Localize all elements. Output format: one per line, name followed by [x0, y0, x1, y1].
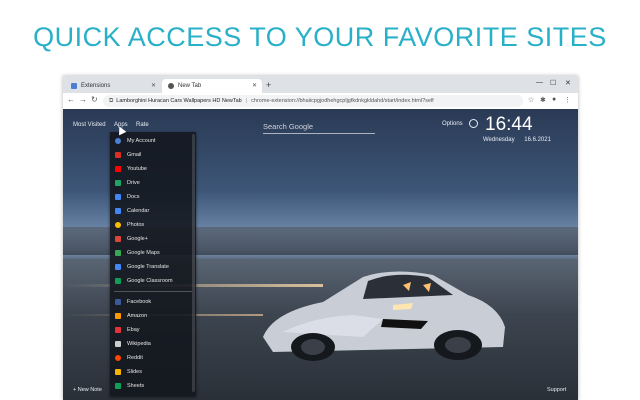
maps-icon — [115, 250, 121, 256]
amazon-icon — [115, 313, 121, 319]
menu-item-gmail[interactable]: Gmail — [110, 148, 196, 162]
support-link[interactable]: Support — [547, 387, 566, 393]
menu-item-label: Amazon — [127, 313, 148, 319]
translate-icon — [115, 264, 121, 270]
menu-item-docs[interactable]: Docs — [110, 190, 196, 204]
site-name: Lamborghini Huracan Cars Wallpapers HD N… — [116, 98, 242, 104]
menu-item-label: Drive — [127, 180, 140, 186]
google-plus-icon — [115, 236, 121, 242]
close-tab-icon[interactable]: ✕ — [151, 82, 156, 89]
youtube-icon — [115, 166, 121, 172]
menu-item-calendar[interactable]: Calendar — [110, 204, 196, 218]
facebook-icon — [115, 299, 121, 305]
reload-icon[interactable]: ↻ — [91, 95, 98, 104]
clock-icon[interactable] — [469, 119, 478, 128]
back-icon[interactable]: ← — [67, 95, 75, 104]
menu-item-label: Gmail — [127, 152, 142, 158]
maximize-icon[interactable]: ☐ — [550, 79, 556, 87]
tab-label: Extensions — [81, 83, 111, 89]
menu-item-label: Google Classroom — [127, 278, 173, 284]
menu-item-label: Calendar — [127, 208, 150, 214]
menu-item-label: Slides — [127, 369, 142, 375]
drive-icon — [115, 180, 121, 186]
slides-icon — [115, 369, 121, 375]
menu-item-label: Reddit — [127, 355, 143, 361]
browser-window: Extensions ✕ New Tab ✕ + — ☐ ✕ ← → ↻ ⧉ L… — [63, 76, 578, 400]
address-bar[interactable]: ⧉ Lamborghini Huracan Cars Wallpapers HD… — [103, 95, 523, 107]
menu-dots-icon[interactable]: ⋮ — [564, 96, 571, 104]
wikipedia-icon — [115, 341, 121, 347]
tab-new-tab[interactable]: New Tab ✕ — [162, 79, 262, 93]
apps-dropdown-menu: My Account Gmail Youtube Drive Docs Cale… — [110, 132, 196, 396]
newtab-icon — [168, 83, 174, 89]
browser-toolbar: ← → ↻ ⧉ Lamborghini Huracan Cars Wallpap… — [63, 93, 578, 110]
ebay-icon — [115, 327, 121, 333]
menu-item-reddit[interactable]: Reddit — [110, 351, 196, 365]
clock-date: Wednesday 16.6.2021 — [483, 137, 551, 143]
new-tab-button[interactable]: + — [266, 80, 271, 90]
gmail-icon — [115, 152, 121, 158]
menu-item-label: Photos — [127, 222, 145, 228]
menu-item-label: My Account — [127, 138, 156, 144]
extensions-puzzle-icon[interactable]: ✱ — [540, 96, 546, 104]
search-input[interactable]: Search Google — [263, 120, 375, 134]
menu-item-youtube[interactable]: Youtube — [110, 162, 196, 176]
menu-item-label: Facebook — [127, 299, 152, 305]
menu-item-label: Google+ — [127, 236, 148, 242]
sheets-icon — [115, 383, 121, 389]
newtab-page: Most Visited Apps Rate Search Google Opt… — [63, 109, 578, 400]
new-note-button[interactable]: + New Note — [73, 387, 102, 393]
menu-item-drive[interactable]: Drive — [110, 176, 196, 190]
menu-item-label: Google Maps — [127, 250, 160, 256]
menu-item-label: Youtube — [127, 166, 147, 172]
bookmark-star-icon[interactable]: ☆ — [528, 96, 534, 104]
menu-item-photos[interactable]: Photos — [110, 218, 196, 232]
close-tab-icon[interactable]: ✕ — [252, 82, 257, 89]
menu-item-label: Google Translate — [127, 264, 169, 270]
menu-item-facebook[interactable]: Facebook — [110, 295, 196, 309]
classroom-icon — [115, 278, 121, 284]
photos-icon — [115, 222, 121, 228]
tab-strip: Extensions ✕ New Tab ✕ + — ☐ ✕ — [63, 76, 578, 93]
most-visited-link[interactable]: Most Visited — [73, 122, 106, 128]
clock-date-value: 16.6.2021 — [524, 137, 551, 143]
tab-extensions[interactable]: Extensions ✕ — [65, 79, 161, 93]
promo-headline: QUICK ACCESS TO YOUR FAVORITE SITES — [33, 22, 607, 52]
menu-item-label: Ebay — [127, 327, 140, 333]
minimize-icon[interactable]: — — [536, 79, 543, 86]
menu-item-google-maps[interactable]: Google Maps — [110, 246, 196, 260]
menu-item-slides[interactable]: Slides — [110, 365, 196, 379]
menu-divider — [114, 291, 192, 292]
menu-item-google-translate[interactable]: Google Translate — [110, 260, 196, 274]
menu-item-sheets[interactable]: Sheets — [110, 379, 196, 393]
tab-label: New Tab — [178, 83, 202, 89]
docs-icon — [115, 194, 121, 200]
menu-item-label: Docs — [127, 194, 140, 200]
account-icon — [115, 138, 121, 144]
window-close-icon[interactable]: ✕ — [565, 79, 571, 87]
puzzle-icon — [71, 83, 77, 89]
extension-icon: ⧉ — [109, 97, 114, 104]
menu-item-label: Sheets — [127, 383, 145, 389]
menu-item-google-plus[interactable]: Google+ — [110, 232, 196, 246]
options-link[interactable]: Options — [442, 121, 463, 127]
car-wallpaper-image — [263, 271, 505, 361]
menu-item-amazon[interactable]: Amazon — [110, 309, 196, 323]
menu-item-ebay[interactable]: Ebay — [110, 323, 196, 337]
rate-link[interactable]: Rate — [136, 122, 149, 128]
menu-item-my-account[interactable]: My Account — [110, 134, 196, 148]
forward-icon[interactable]: → — [79, 95, 87, 104]
menu-item-google-classroom[interactable]: Google Classroom — [110, 274, 196, 288]
clock-time: 16:44 — [485, 114, 533, 135]
reddit-icon — [115, 355, 121, 361]
profile-icon[interactable]: ● — [552, 96, 556, 103]
menu-item-wikipedia[interactable]: Wikipedia — [110, 337, 196, 351]
menu-item-label: Wikipedia — [127, 341, 151, 347]
url-text: chrome-extension://bhaiicpgjodhehgcpljgf… — [251, 98, 434, 104]
clock-day: Wednesday — [483, 137, 515, 143]
calendar-icon — [115, 208, 121, 214]
